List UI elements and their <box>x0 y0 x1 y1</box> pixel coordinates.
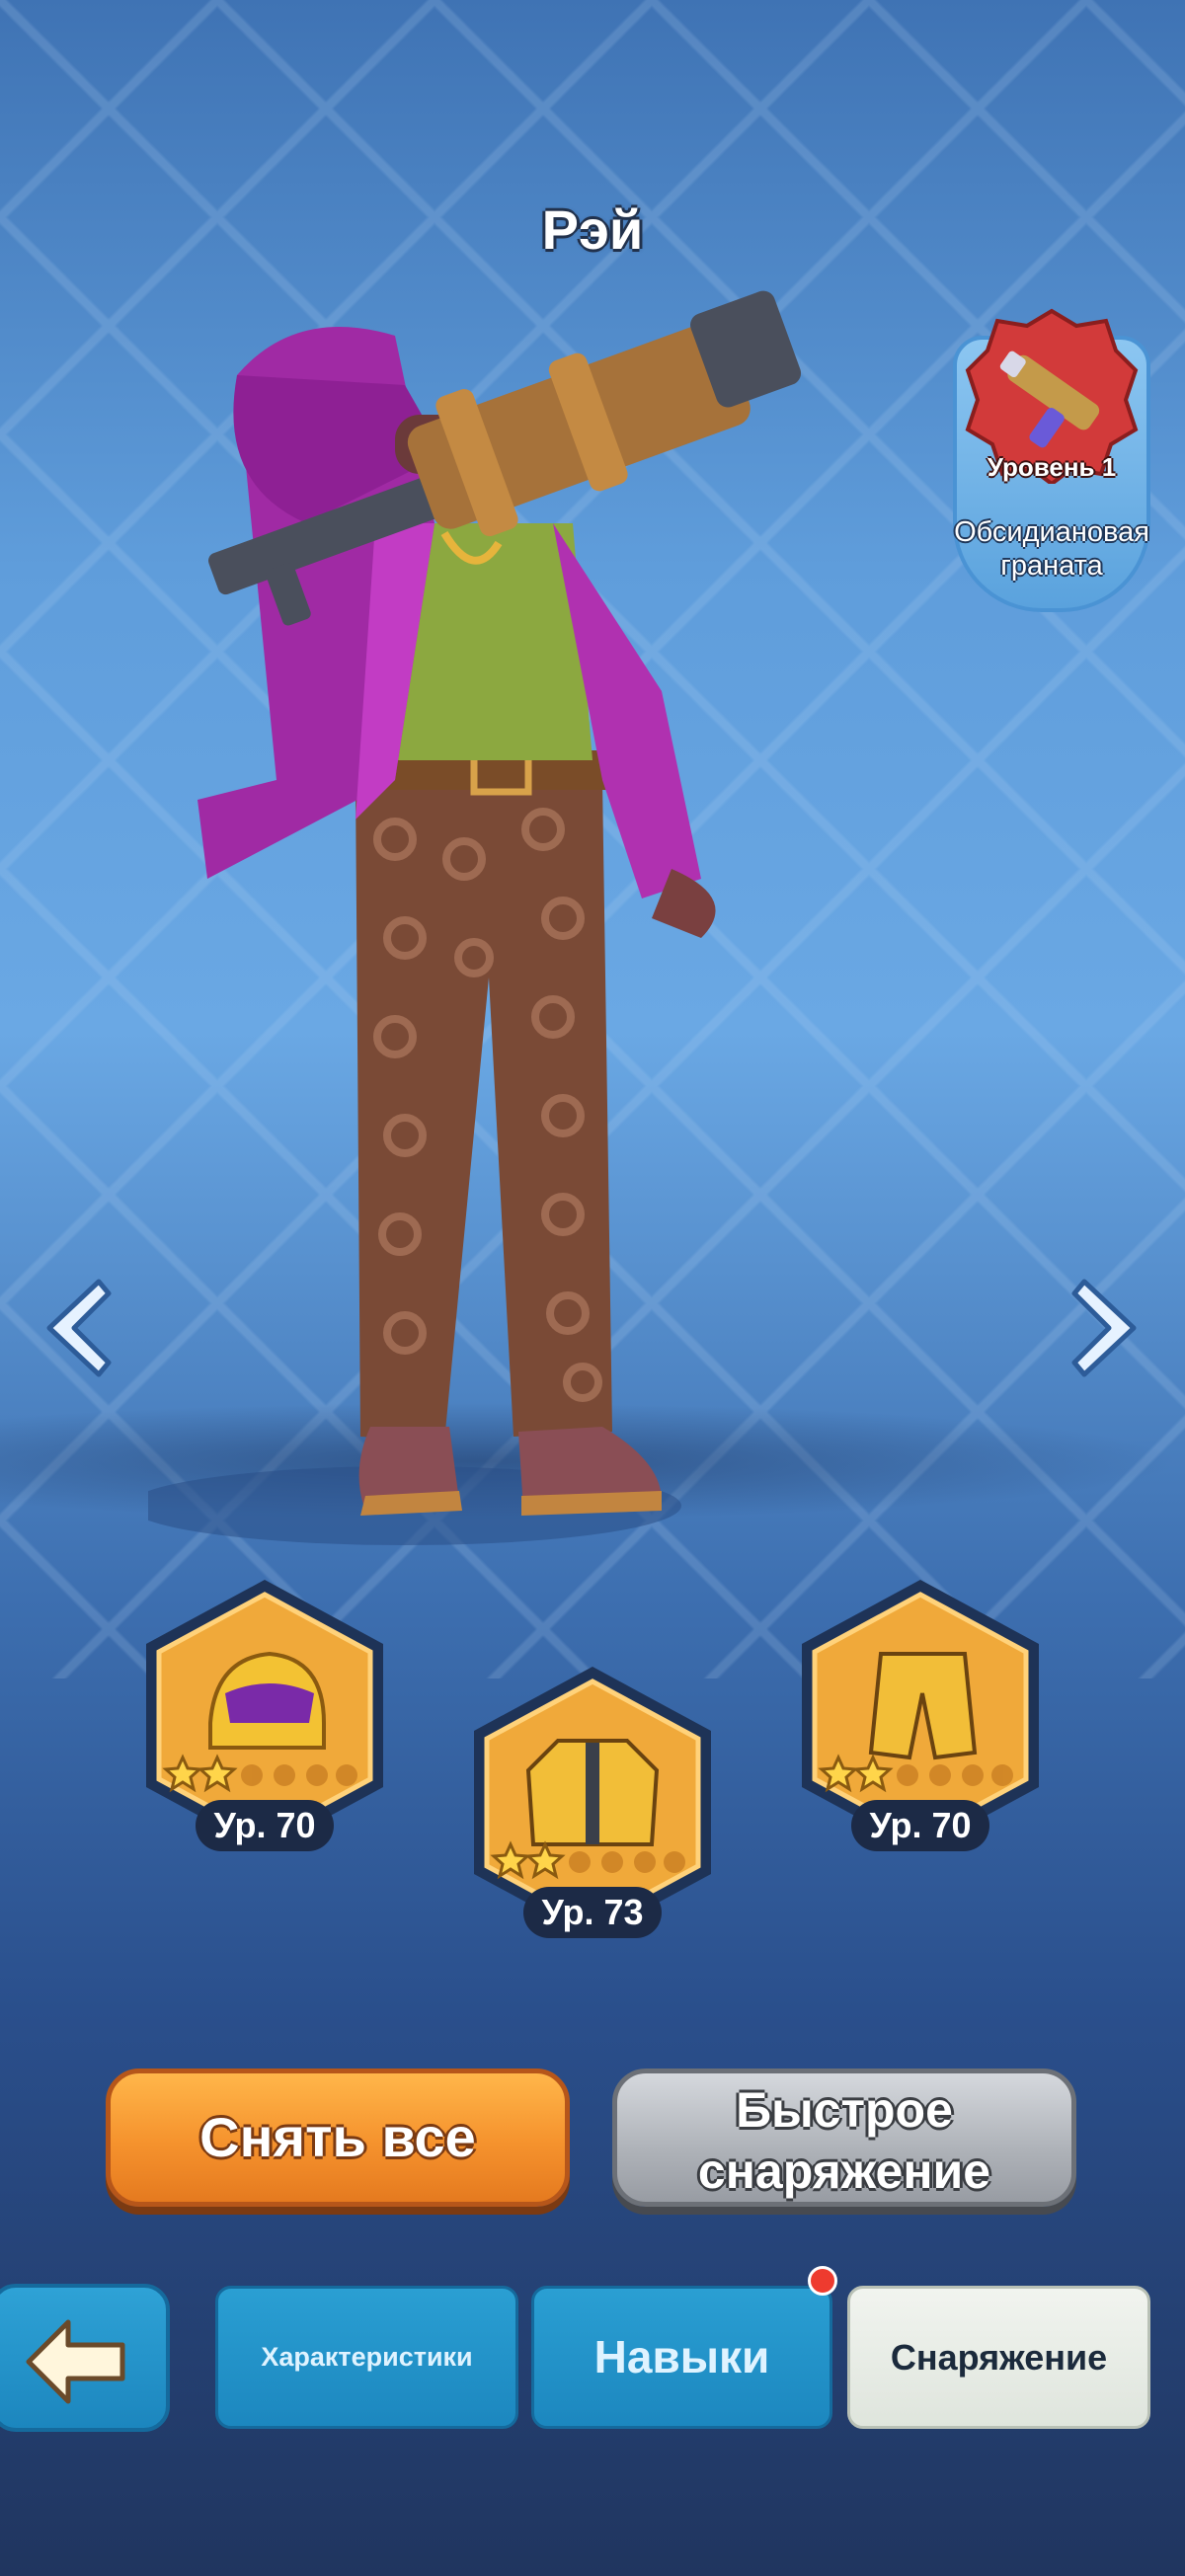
weapon-name: Обсидиановая граната <box>954 516 1149 582</box>
gear-slot-pants[interactable]: Ур. 70 <box>787 1575 1054 1871</box>
gear-level-helmet: Ур. 70 <box>196 1800 334 1851</box>
gear-level-pants: Ур. 70 <box>851 1800 989 1851</box>
hero-character <box>148 290 802 1545</box>
back-arrow-icon <box>26 2319 125 2404</box>
tab-skills[interactable]: Навыки <box>531 2286 832 2429</box>
tab-characteristics[interactable]: Характеристики <box>215 2286 518 2429</box>
weapon-badge[interactable]: Уровень 1 Обсидиановая граната <box>943 296 1160 612</box>
weapon-level: Уровень 1 <box>987 452 1117 482</box>
skills-notification-badge <box>808 2266 837 2296</box>
previous-hero-arrow-icon[interactable] <box>40 1274 118 1382</box>
quick-equip-button[interactable]: Быстрое снаряжение <box>612 2069 1076 2207</box>
gear-level-jacket: Ур. 73 <box>523 1887 662 1938</box>
unequip-all-button[interactable]: Снять все <box>106 2069 570 2207</box>
next-hero-arrow-icon[interactable] <box>1065 1274 1144 1382</box>
gear-slot-jacket[interactable]: Ур. 73 <box>459 1662 726 1958</box>
tab-equipment[interactable]: Снаряжение <box>847 2286 1150 2429</box>
back-button[interactable] <box>0 2284 170 2432</box>
gear-slot-helmet[interactable]: Ур. 70 <box>131 1575 398 1871</box>
